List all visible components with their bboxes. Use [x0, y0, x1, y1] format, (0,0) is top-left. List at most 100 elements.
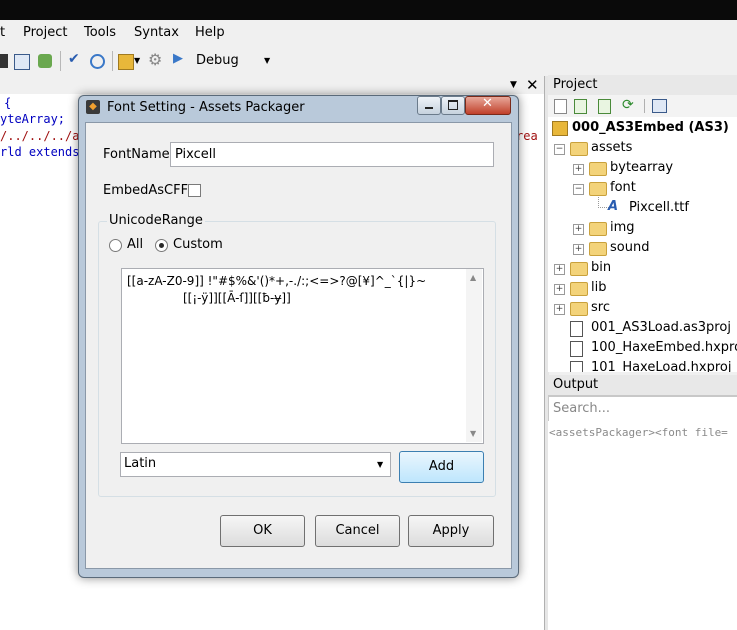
window-top-bar: [0, 0, 737, 20]
expand-icon[interactable]: +: [573, 164, 584, 175]
menu-item-project[interactable]: Project: [23, 25, 67, 40]
folder-icon: [589, 222, 607, 236]
stop-icon[interactable]: [0, 54, 8, 68]
close-icon[interactable]: ✕: [526, 76, 539, 94]
build-config-value: Debug: [196, 53, 239, 68]
package-icon[interactable]: [118, 54, 134, 70]
gear-icon[interactable]: ⚙: [148, 50, 162, 69]
range-preset-select[interactable]: Latin ▼: [120, 452, 391, 477]
folder-icon: [589, 182, 607, 196]
toolbar-separator: [112, 51, 113, 71]
layout-icon[interactable]: [14, 54, 30, 70]
folder-icon: [570, 282, 588, 296]
code-line: {: [4, 96, 12, 110]
minimize-button[interactable]: [417, 96, 441, 115]
check-icon[interactable]: ✔: [68, 51, 82, 67]
tree-item-label: bytearray: [610, 160, 674, 175]
radio-custom-label: Custom: [173, 237, 223, 252]
unicode-range-textarea[interactable]: [[a-zA-Z0-9]] !"#$%&'()*+,-./:;<=>?@[¥]^…: [121, 268, 484, 444]
toolbar-separator: [60, 51, 61, 71]
build-config-select[interactable]: Debug ▼: [194, 51, 274, 71]
range-text-line: [[¡-ÿ]][[Ā-ſ]][[ƀ-ɏ]]: [183, 291, 291, 305]
expand-icon[interactable]: +: [573, 244, 584, 255]
project-file-icon: [570, 321, 583, 337]
project-file-icon: [570, 361, 583, 372]
project-tree: 000_AS3Embed (AS3) − assets + bytearray …: [548, 117, 737, 372]
expand-icon[interactable]: +: [554, 264, 565, 275]
folder-icon: [589, 162, 607, 176]
output-log: <assetsPackager><font file=: [548, 421, 737, 630]
project-panel-title: Project: [553, 77, 598, 92]
tree-item-label: 000_AS3Embed (AS3): [572, 120, 729, 135]
ok-button[interactable]: OK: [220, 515, 305, 547]
code-line-fragment: rea: [516, 129, 538, 143]
fontname-input[interactable]: Pixcell: [170, 142, 494, 167]
fontname-label: FontName: [103, 147, 170, 162]
cancel-button[interactable]: Cancel: [315, 515, 400, 547]
radio-all[interactable]: [109, 239, 122, 252]
embed-as-cff-checkbox[interactable]: [188, 184, 201, 197]
menu-bar: t Project Tools Syntax Help: [0, 20, 737, 46]
unicode-range-label: UnicodeRange: [107, 213, 205, 228]
radio-dot: [159, 243, 164, 248]
range-preset-value: Latin: [124, 456, 157, 471]
menu-item-help[interactable]: Help: [195, 25, 225, 40]
output-line: <assetsPackager><font file=: [549, 426, 728, 439]
play-icon[interactable]: ▶: [173, 51, 187, 66]
close-button[interactable]: ✕: [465, 96, 511, 115]
textarea-scrollbar[interactable]: ▲ ▼: [466, 269, 482, 442]
maximize-button[interactable]: [441, 96, 465, 115]
scroll-up-icon[interactable]: ▲: [470, 273, 476, 282]
chevron-down-icon: ▼: [377, 460, 384, 469]
tree-item-label: src: [591, 300, 610, 315]
dialog-title: Font Setting - Assets Packager: [107, 100, 305, 115]
folder-icon: [570, 302, 588, 316]
editor-tab-bar: ▼ ✕: [0, 76, 544, 95]
output-panel-title: Output: [553, 377, 599, 392]
range-text-line: [[a-zA-Z0-9]] !"#$%&'()*+,-./:;<=>?@[¥]^…: [127, 274, 427, 288]
refresh-icon[interactable]: ⟳: [622, 97, 634, 113]
menu-item-syntax[interactable]: Syntax: [134, 25, 179, 40]
code-line: rld extends: [0, 145, 80, 159]
folder-icon: [589, 242, 607, 256]
chevron-down-icon: ▼: [264, 56, 271, 65]
code-line: yteArray;: [0, 112, 66, 126]
puzzle-icon[interactable]: [38, 54, 52, 68]
apply-button[interactable]: Apply: [408, 515, 494, 547]
new-file-icon[interactable]: [554, 99, 567, 114]
add-file-icon[interactable]: [574, 99, 587, 114]
search-placeholder: Search...: [553, 401, 611, 416]
project-toolbar: ⟳: [548, 95, 737, 117]
menu-item-tools[interactable]: Tools: [84, 25, 116, 40]
tree-item-label: 001_AS3Load.as3proj: [591, 320, 731, 335]
collapse-icon[interactable]: −: [554, 144, 565, 155]
clock-icon[interactable]: [90, 54, 105, 69]
tree-item-label: sound: [610, 240, 650, 255]
tree-item-label: Pixcell.ttf: [629, 200, 689, 215]
expand-icon[interactable]: +: [554, 304, 565, 315]
chevron-down-icon[interactable]: ▼: [510, 80, 517, 90]
project-file-icon: [570, 341, 583, 357]
radio-custom[interactable]: [155, 239, 168, 252]
project-panel-header: Project: [548, 75, 737, 96]
scroll-down-icon[interactable]: ▼: [470, 429, 476, 438]
menu-item-partial[interactable]: t: [0, 25, 5, 40]
maximize-icon: [448, 100, 458, 110]
app-icon: ◆: [86, 100, 100, 114]
tree-item-label: font: [610, 180, 636, 195]
chevron-down-icon[interactable]: ▼: [134, 56, 148, 70]
radio-all-label: All: [127, 237, 144, 252]
add-button[interactable]: Add: [399, 451, 484, 483]
tree-item-label: img: [610, 220, 635, 235]
fontname-value: Pixcell: [175, 147, 216, 162]
output-panel-header: Output: [548, 375, 737, 396]
folder-icon: [570, 142, 588, 156]
output-search-input[interactable]: Search...: [548, 396, 737, 422]
expand-icon[interactable]: +: [573, 224, 584, 235]
tree-item-label: 100_HaxeEmbed.hxproj: [591, 340, 737, 355]
close-icon: ✕: [482, 96, 493, 111]
collapse-icon[interactable]: −: [573, 184, 584, 195]
properties-icon[interactable]: [652, 99, 667, 113]
import-icon[interactable]: [598, 99, 611, 114]
expand-icon[interactable]: +: [554, 284, 565, 295]
